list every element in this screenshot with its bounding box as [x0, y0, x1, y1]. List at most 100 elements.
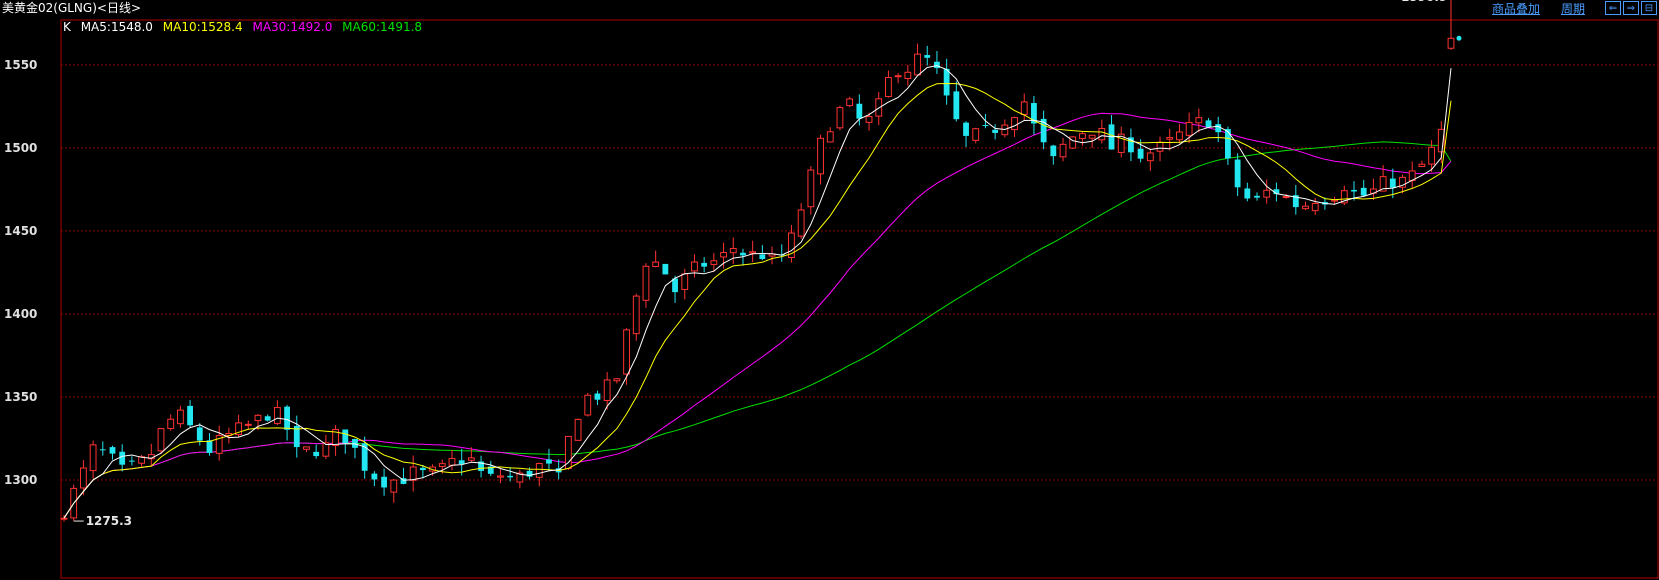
- candle-body-down: [953, 91, 960, 120]
- chart-title: 美黄金02(GLNG)<日线>: [2, 1, 142, 15]
- candle-body-down: [128, 460, 135, 462]
- candle-body-down: [1254, 195, 1260, 198]
- indicator-legend: K MA5:1548.0 MA10:1528.4 MA30:1492.0 MA6…: [63, 20, 428, 34]
- candle-body-down: [701, 262, 708, 267]
- candle-body-up: [79, 467, 87, 489]
- candle-body-up: [176, 409, 184, 425]
- candle-body-up: [885, 77, 892, 97]
- candle-body-up: [167, 418, 175, 430]
- candle-body-up: [623, 329, 630, 375]
- candle-body-up: [1302, 205, 1309, 210]
- candle-body-up: [613, 378, 621, 382]
- low-price-label: 1275.3: [86, 514, 132, 528]
- candle-body-down: [1215, 124, 1222, 133]
- candle-body-up: [60, 517, 68, 520]
- candle-body-down: [371, 473, 378, 480]
- candle-body-up: [826, 131, 834, 143]
- candle-body-down: [1244, 188, 1251, 199]
- candle-body-down: [1351, 189, 1357, 192]
- candle-body-up: [1282, 196, 1290, 199]
- candle-body-down: [963, 122, 969, 136]
- candle-body-down: [1137, 148, 1144, 159]
- candle-body-down: [992, 129, 999, 133]
- candle-body-up: [1418, 163, 1426, 167]
- shift-right-icon[interactable]: ⇒: [1623, 1, 1639, 15]
- candle-body-up: [574, 418, 582, 441]
- candle-body-up: [438, 463, 446, 467]
- candle-body-up: [1088, 134, 1096, 139]
- legend-ma5: MA5:1548.0: [80, 20, 153, 34]
- candle-body-up: [1195, 117, 1203, 124]
- candle-body-up: [303, 446, 310, 450]
- candle-body-down: [740, 252, 746, 256]
- candle-body-up: [846, 98, 854, 107]
- legend-k: K: [63, 20, 71, 34]
- candle-body-down: [1225, 129, 1231, 159]
- candle-body-up: [749, 251, 757, 254]
- candle-body-up: [817, 137, 824, 175]
- candle-body-down: [924, 55, 931, 58]
- candle-body-up: [1156, 141, 1164, 152]
- ma5-line: [63, 65, 1452, 519]
- candle-body-down: [1205, 120, 1212, 128]
- candle-body-down: [196, 427, 203, 441]
- candle-body-down: [759, 254, 766, 260]
- candle-body-down: [982, 125, 989, 127]
- candle-body-up: [584, 394, 592, 416]
- candle-body-up: [710, 260, 718, 265]
- y-tick-label: 1550: [4, 58, 37, 72]
- candle-body-down: [342, 429, 349, 444]
- legend-ma60: MA60:1491.8: [342, 20, 423, 34]
- candle-body-up: [1428, 146, 1436, 165]
- candle-body-down: [99, 449, 106, 451]
- candlestick-chart: 155015001450140013501300 1590.91275.3: [4, 0, 1659, 579]
- period-button[interactable]: 周期: [1561, 1, 1585, 18]
- candle-body-up: [1146, 152, 1154, 162]
- candle-body-up: [1011, 117, 1018, 131]
- candle-body-up: [720, 252, 727, 258]
- candle-body-up: [972, 128, 980, 141]
- candle-body-up: [157, 428, 165, 452]
- candle-body-down: [943, 68, 950, 96]
- candle-body-down: [934, 61, 940, 69]
- candle-body-up: [1447, 37, 1455, 49]
- candle-body-down: [313, 451, 320, 457]
- candle-body-up: [535, 463, 543, 478]
- zoom-out-icon[interactable]: ⊟: [1641, 1, 1657, 15]
- candle-body-up: [390, 479, 398, 493]
- candle-body-up: [448, 457, 456, 466]
- candle-body-down: [1050, 145, 1057, 157]
- candle-body-up: [875, 98, 883, 117]
- candle-body-down: [507, 475, 514, 478]
- y-tick-label: 1400: [4, 307, 37, 321]
- commodity-overlay-button[interactable]: 商品叠加: [1492, 1, 1540, 18]
- y-tick-label: 1300: [4, 473, 37, 487]
- title-bar: 美黄金02(GLNG)<日线> 商品叠加 周期 ⇐ ⇒ ⊟: [0, 0, 1659, 18]
- legend-ma30: MA30:1492.0: [252, 20, 333, 34]
- candle-body-up: [467, 457, 475, 461]
- candle-body-up: [1079, 133, 1086, 139]
- candle-body-up: [642, 265, 650, 301]
- candle-body-down: [206, 440, 213, 453]
- candle-body-down: [109, 447, 116, 454]
- candle-body-up: [1020, 101, 1028, 116]
- candle-body-down: [381, 476, 387, 488]
- candle-body-down: [546, 459, 552, 464]
- candle-body-down: [458, 460, 465, 464]
- candle-body-up: [1166, 137, 1174, 140]
- ma30-line: [63, 112, 1452, 519]
- candle-body-up: [632, 295, 640, 335]
- candle-body-up: [836, 107, 844, 129]
- candle-body-up: [729, 248, 737, 254]
- candle-body-up: [273, 407, 281, 424]
- candle-body-up: [894, 75, 902, 78]
- ma10-line: [63, 82, 1452, 519]
- ma60-line: [63, 141, 1452, 519]
- nav-button-group: ⇐ ⇒ ⊟: [1605, 1, 1657, 15]
- shift-left-icon[interactable]: ⇐: [1605, 1, 1621, 15]
- candle-body-up: [409, 466, 417, 481]
- y-tick-label: 1350: [4, 390, 37, 404]
- candle-body-down: [419, 467, 426, 471]
- candle-body-up: [1185, 121, 1193, 136]
- y-tick-label: 1450: [4, 224, 37, 238]
